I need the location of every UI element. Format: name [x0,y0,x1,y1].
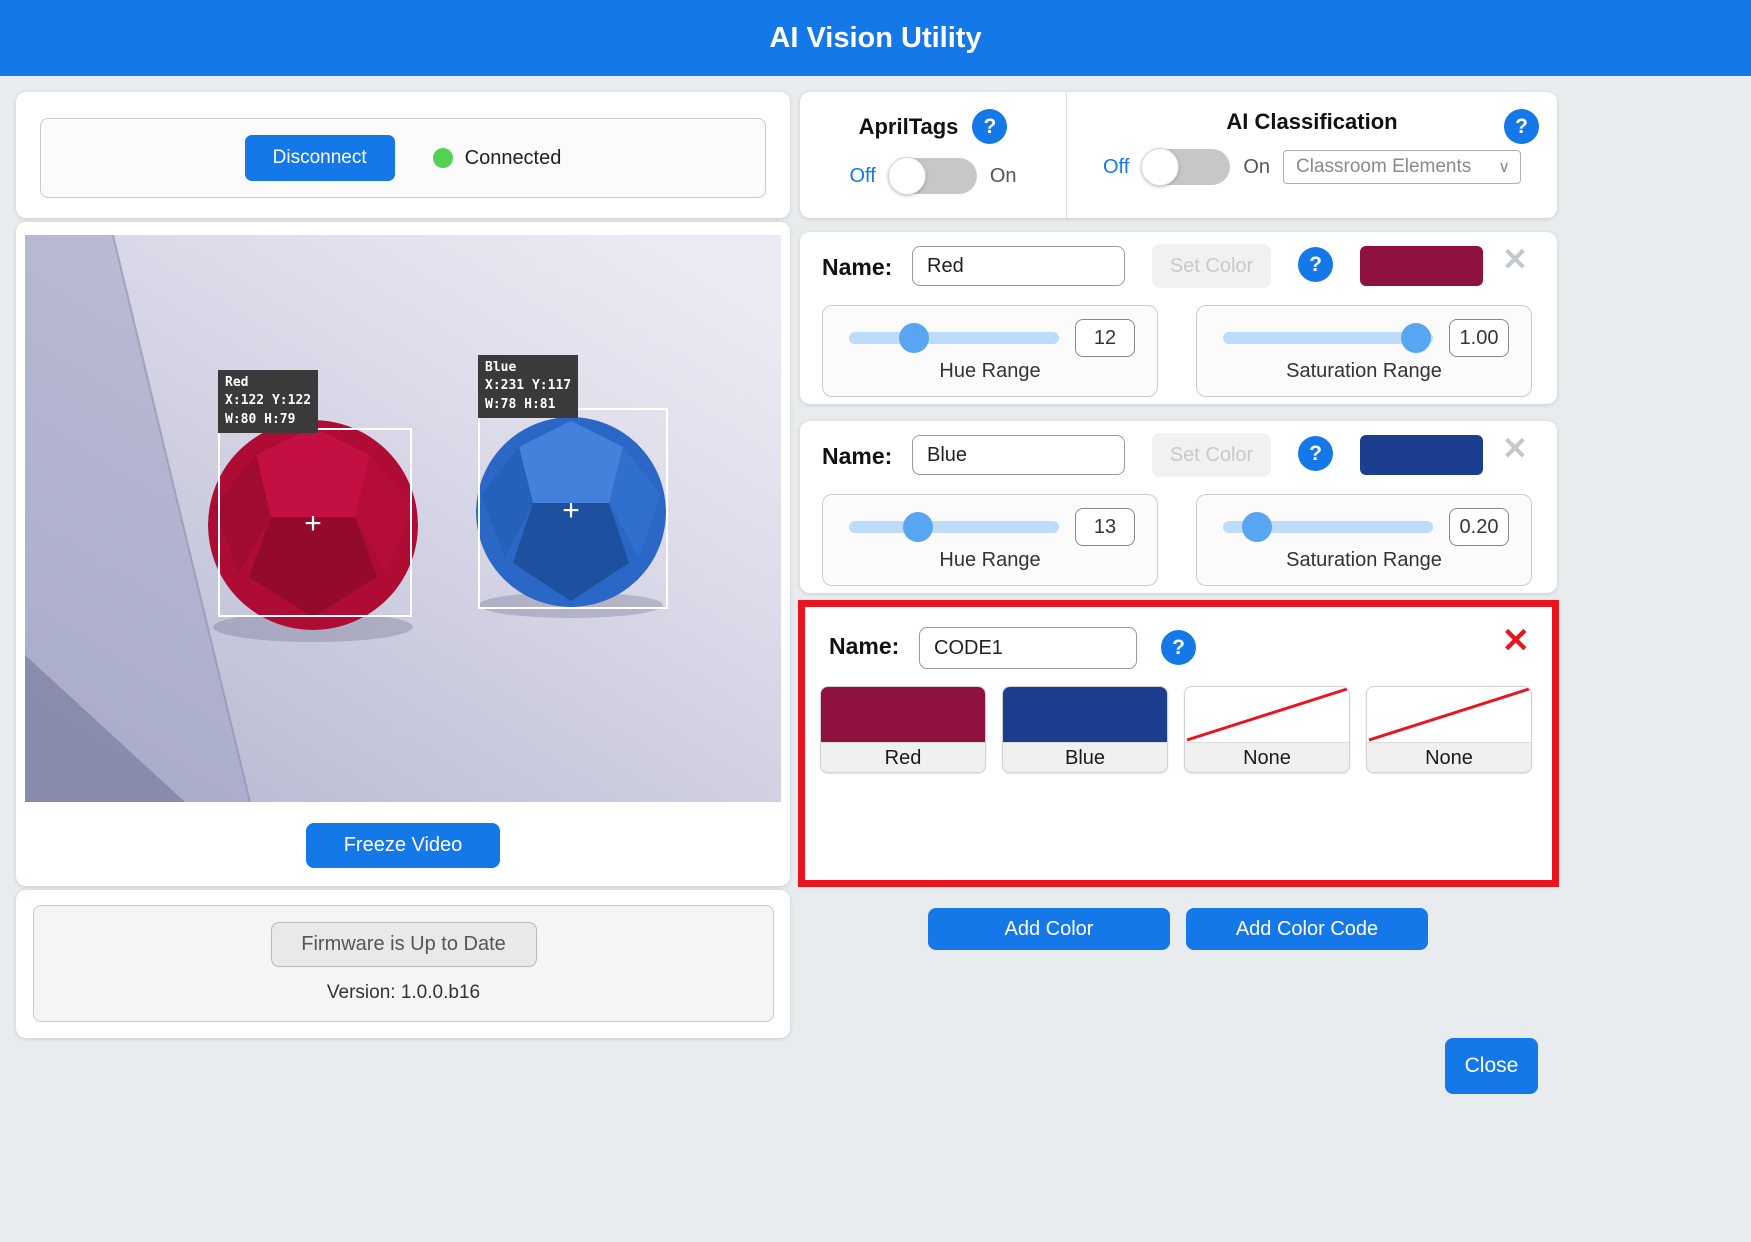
color-code-slot-4[interactable]: None [1366,686,1532,773]
color-code-slot-1[interactable]: Red [820,686,986,773]
saturation-value[interactable]: 0.20 [1449,508,1509,546]
ai-model-dropdown-value: Classroom Elements [1296,156,1471,178]
title-bar: AI Vision Utility [0,0,1751,76]
saturation-range-group: 1.00 Saturation Range [1196,305,1532,397]
slot-label: None [1185,742,1349,773]
set-color-button[interactable]: Set Color [1152,433,1271,477]
remove-color-icon[interactable]: ✕ [1502,431,1528,467]
apriltags-on-label: On [990,165,1017,188]
none-diagonal-icon [1185,687,1349,742]
connected-dot-icon [433,148,453,168]
page-title: AI Vision Utility [769,22,981,55]
slot-label: None [1367,742,1531,773]
saturation-range-label: Saturation Range [1197,360,1531,383]
ai-classification-section: AI Classification ? Off On Classroom Ele… [1067,92,1557,218]
apriltags-title: AprilTags [859,114,959,140]
blue-detection-label: Blue X:231 Y:117 W:78 H:81 [478,355,578,418]
ai-on-label: On [1243,156,1270,179]
ai-classification-toggle[interactable] [1142,149,1230,185]
saturation-range-group: 0.20 Saturation Range [1196,494,1532,586]
color-code-config-highlighted: Name: ? ✕ Red Blue None Non [798,600,1559,887]
ai-classification-help-icon[interactable]: ? [1504,109,1539,144]
close-button[interactable]: Close [1445,1038,1538,1094]
add-color-button[interactable]: Add Color [928,908,1170,950]
color-name-input[interactable] [912,246,1125,286]
ai-model-dropdown[interactable]: Classroom Elements ∨ [1283,150,1521,184]
ai-off-label: Off [1103,156,1129,179]
color-swatch[interactable] [1360,435,1483,475]
firmware-box: Firmware is Up to Date Version: 1.0.0.b1… [33,905,774,1022]
color-code-name-input[interactable] [919,627,1137,669]
slot-color-none [1185,687,1349,742]
slot-color [821,687,985,742]
connection-status-text: Connected [465,147,562,170]
firmware-version: Version: 1.0.0.b16 [327,982,480,1004]
color-code-slot-2[interactable]: Blue [1002,686,1168,773]
color-config-blue: Name: Set Color ? ✕ 13 Hue Range 0.20 [800,421,1557,593]
red-detection-label: Red X:122 Y:122 W:80 H:79 [218,370,318,433]
hue-slider-thumb[interactable] [903,512,933,542]
video-card: Red X:122 Y:122 W:80 H:79 + Blue X:231 Y… [16,222,790,886]
hue-slider[interactable] [849,512,1059,542]
color-help-icon[interactable]: ? [1298,436,1333,471]
chevron-down-icon: ∨ [1498,157,1510,177]
hue-range-group: 13 Hue Range [822,494,1158,586]
blue-center-cross-icon: + [556,497,586,527]
saturation-range-label: Saturation Range [1197,549,1531,572]
hue-value[interactable]: 12 [1075,319,1135,357]
camera-feed: Red X:122 Y:122 W:80 H:79 + Blue X:231 Y… [25,235,781,802]
remove-color-icon[interactable]: ✕ [1502,242,1528,278]
color-code-slot-3[interactable]: None [1184,686,1350,773]
connection-card: Disconnect Connected [16,92,790,218]
apriltags-off-label: Off [850,165,876,188]
saturation-slider-thumb[interactable] [1401,323,1431,353]
slot-label: Blue [1003,742,1167,773]
firmware-status-button[interactable]: Firmware is Up to Date [271,922,537,967]
hue-value[interactable]: 13 [1075,508,1135,546]
add-color-code-button[interactable]: Add Color Code [1186,908,1428,950]
firmware-card: Firmware is Up to Date Version: 1.0.0.b1… [16,890,790,1038]
slot-color [1003,687,1167,742]
hue-slider[interactable] [849,323,1059,353]
hue-range-group: 12 Hue Range [822,305,1158,397]
saturation-slider[interactable] [1223,323,1433,353]
saturation-slider-thumb[interactable] [1242,512,1272,542]
color-help-icon[interactable]: ? [1298,247,1333,282]
connection-status: Connected [433,147,562,170]
name-label: Name: [822,443,892,470]
color-name-input[interactable] [912,435,1125,475]
freeze-video-button[interactable]: Freeze Video [306,823,500,868]
slot-color-none [1367,687,1531,742]
ai-vision-utility-window: AI Vision Utility Disconnect Connected [0,0,1751,1242]
set-color-button[interactable]: Set Color [1152,244,1271,288]
connection-status-box: Disconnect Connected [40,118,766,198]
remove-color-code-icon[interactable]: ✕ [1502,621,1531,661]
hue-range-label: Hue Range [823,360,1157,383]
slot-label: Red [821,742,985,773]
apriltags-toggle[interactable] [889,158,977,194]
hue-slider-thumb[interactable] [899,323,929,353]
saturation-slider[interactable] [1223,512,1433,542]
ai-classification-title: AI Classification [1226,109,1397,135]
apriltags-help-icon[interactable]: ? [972,109,1007,144]
saturation-value[interactable]: 1.00 [1449,319,1509,357]
none-diagonal-icon [1367,687,1531,742]
name-label: Name: [829,633,899,660]
color-config-red: Name: Set Color ? ✕ 12 Hue Range 1.00 [800,232,1557,404]
name-label: Name: [822,254,892,281]
apriltags-section: AprilTags ? Off On [800,92,1067,218]
hue-range-label: Hue Range [823,549,1157,572]
color-code-help-icon[interactable]: ? [1161,630,1196,665]
features-card: AprilTags ? Off On AI Classification ? O… [800,92,1557,218]
color-swatch[interactable] [1360,246,1483,286]
red-center-cross-icon: + [298,510,328,540]
disconnect-button[interactable]: Disconnect [245,135,395,181]
